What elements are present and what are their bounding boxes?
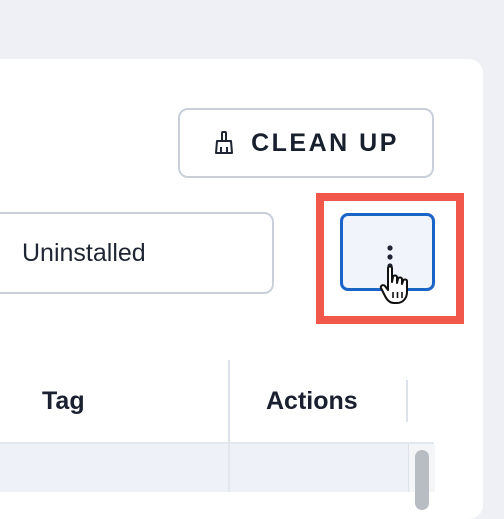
column-header-actions[interactable]: Actions: [266, 360, 358, 442]
clean-up-label: CLEAN UP: [251, 128, 399, 157]
table-header: Tag Actions: [0, 360, 440, 442]
hand-pointer-cursor-icon: [379, 265, 408, 304]
column-divider: [228, 444, 230, 492]
status-filter-select[interactable]: Uninstalled: [0, 212, 274, 294]
scrollbar-thumb[interactable]: [415, 450, 429, 510]
status-filter-value: Uninstalled: [22, 238, 146, 267]
table-body: [0, 444, 434, 492]
column-divider[interactable]: [406, 380, 408, 422]
column-header-tag[interactable]: Tag: [42, 360, 85, 442]
broom-icon: [213, 131, 235, 155]
vertical-scrollbar[interactable]: [408, 444, 435, 510]
clean-up-button[interactable]: CLEAN UP: [178, 108, 434, 178]
